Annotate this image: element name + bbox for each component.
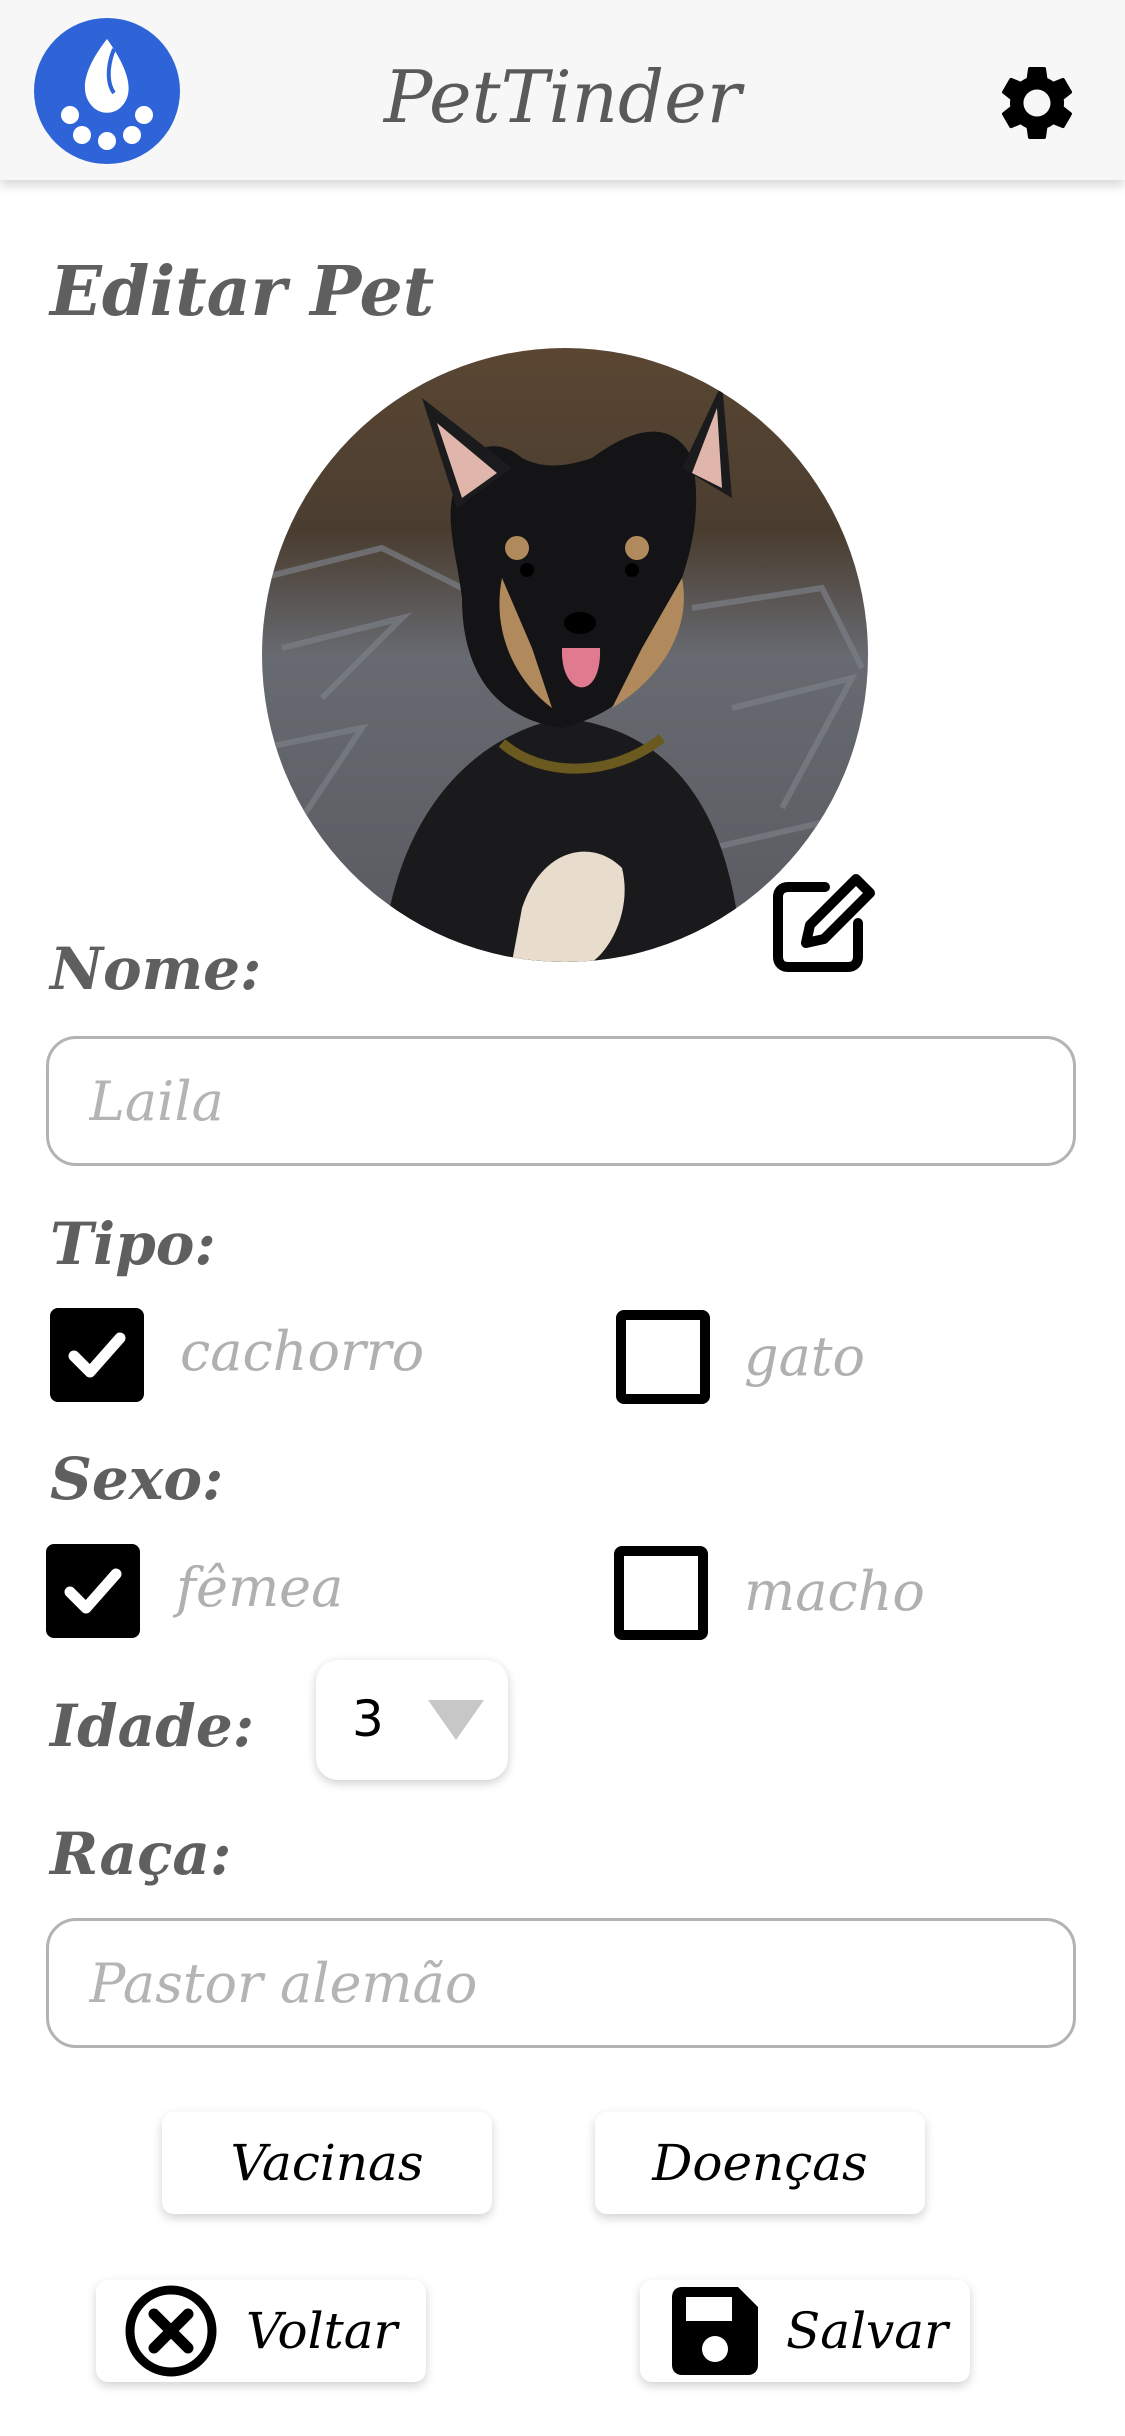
app-header: PetTinder: [0, 0, 1125, 180]
type-dog-label: cachorro: [180, 1320, 425, 1383]
sex-label: Sexo:: [50, 1445, 224, 1513]
app-title: PetTinder: [383, 55, 742, 139]
sex-male-label: macho: [744, 1560, 925, 1623]
type-cat-checkbox[interactable]: [616, 1310, 710, 1404]
sex-male-checkbox[interactable]: [614, 1546, 708, 1640]
close-circle-icon: [124, 2284, 218, 2378]
sex-female-label: fêmea: [176, 1556, 344, 1619]
age-select[interactable]: 3: [316, 1660, 508, 1780]
age-label: Idade:: [50, 1692, 255, 1760]
floppy-disk-icon: [666, 2283, 762, 2379]
page-title: Editar Pet: [50, 252, 435, 332]
name-input[interactable]: [49, 1039, 1073, 1163]
diseases-button[interactable]: Doenças: [595, 2112, 925, 2214]
name-field-container: [46, 1036, 1076, 1166]
type-label: Tipo:: [50, 1210, 216, 1278]
age-value: 3: [352, 1690, 384, 1748]
sex-female-checkbox[interactable]: [46, 1544, 140, 1638]
back-button[interactable]: Voltar: [96, 2280, 426, 2382]
back-button-label: Voltar: [246, 2302, 398, 2360]
save-button[interactable]: Salvar: [640, 2280, 970, 2382]
gear-icon[interactable]: [992, 58, 1082, 148]
breed-field-container: [46, 1918, 1076, 2048]
save-button-label: Salvar: [786, 2302, 949, 2360]
type-cat-label: gato: [744, 1325, 865, 1388]
chevron-down-icon: [428, 1700, 484, 1740]
type-dog-checkbox[interactable]: [50, 1308, 144, 1402]
breed-label: Raça:: [50, 1820, 232, 1888]
name-label: Nome:: [50, 935, 262, 1003]
vaccines-button[interactable]: Vacinas: [162, 2112, 492, 2214]
breed-input[interactable]: [49, 1921, 1073, 2045]
edit-square-icon[interactable]: [770, 865, 880, 975]
